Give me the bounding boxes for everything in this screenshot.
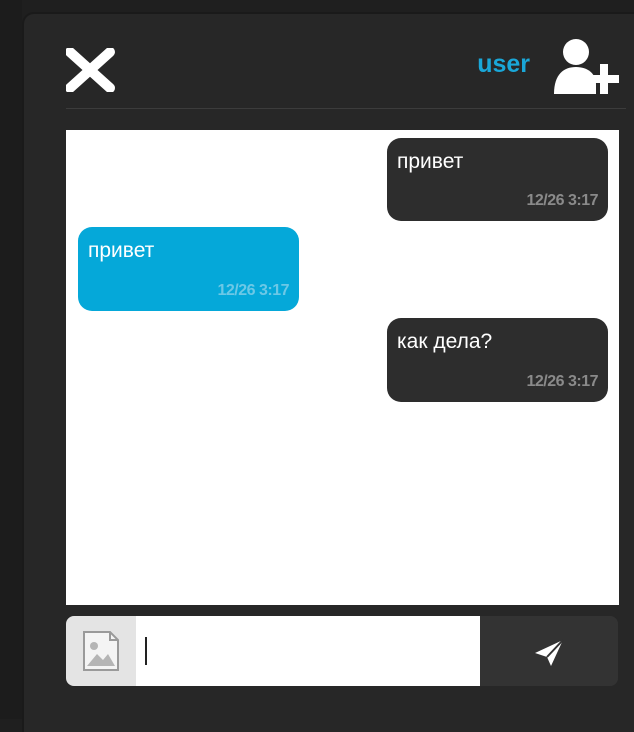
message-bubble-outgoing: привет 12/26 3:17	[387, 138, 608, 221]
chat-header: user	[65, 28, 626, 109]
close-button[interactable]	[65, 47, 116, 93]
message-bubble-incoming: привет 12/26 3:17	[78, 227, 299, 311]
message-list[interactable]: привет 12/26 3:17 привет 12/26 3:17 как …	[66, 130, 619, 605]
send-icon	[535, 639, 564, 666]
image-icon	[83, 631, 119, 671]
message-text: привет	[397, 150, 464, 173]
add-user-button[interactable]	[550, 34, 620, 98]
attach-image-button[interactable]	[66, 616, 136, 686]
message-composer	[66, 616, 618, 686]
message-input[interactable]	[136, 616, 480, 686]
add-user-icon	[554, 39, 619, 94]
close-icon	[65, 47, 115, 93]
page-left-strip	[0, 0, 22, 719]
chat-username[interactable]: user	[477, 50, 530, 79]
message-timestamp: 12/26 3:17	[526, 192, 598, 209]
send-button[interactable]	[480, 616, 618, 686]
message-text: как дела?	[397, 330, 493, 353]
message-timestamp: 12/26 3:17	[526, 373, 598, 390]
message-timestamp: 12/26 3:17	[217, 282, 289, 299]
text-caret	[145, 637, 147, 665]
message-bubble-outgoing: как дела? 12/26 3:17	[387, 318, 608, 402]
message-text: привет	[88, 239, 155, 262]
